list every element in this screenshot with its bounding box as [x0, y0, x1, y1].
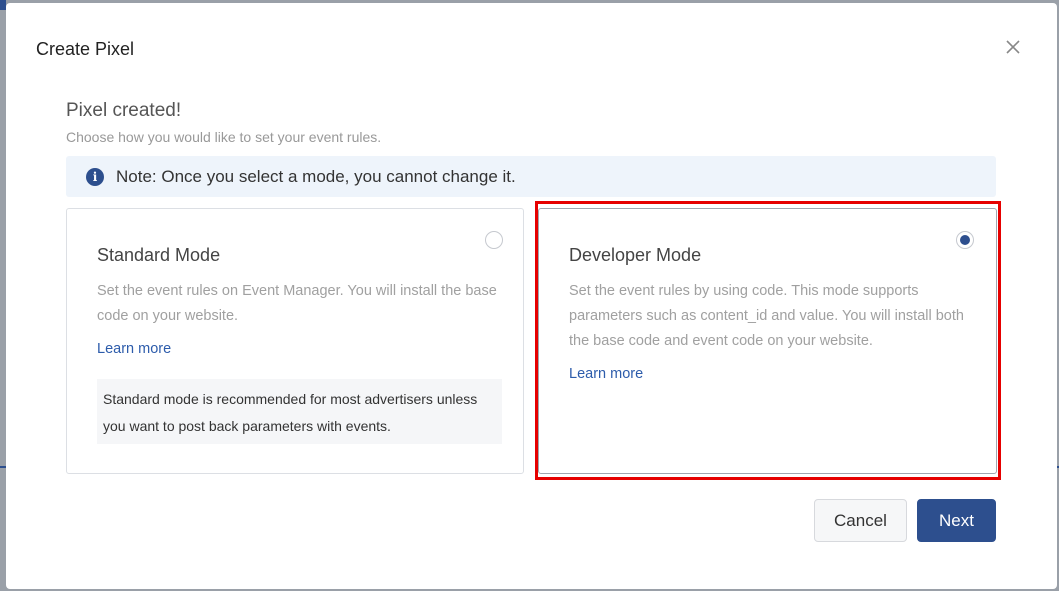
pixel-created-heading: Pixel created!: [66, 100, 182, 121]
standard-mode-card[interactable]: Standard Mode Set the event rules on Eve…: [66, 208, 524, 474]
standard-learn-more-link[interactable]: Learn more: [97, 341, 171, 357]
standard-mode-description: Set the event rules on Event Manager. Yo…: [97, 283, 497, 324]
next-button[interactable]: Next: [917, 499, 996, 542]
developer-mode-title: Developer Mode: [569, 245, 702, 265]
create-pixel-dialog: Create Pixel Pixel created! Choose how y…: [6, 3, 1057, 589]
close-icon[interactable]: [1001, 35, 1025, 59]
standard-mode-radio[interactable]: [485, 231, 503, 249]
cancel-button[interactable]: Cancel: [814, 499, 907, 542]
note-banner: i Note: Once you select a mode, you cann…: [66, 156, 996, 197]
standard-mode-title: Standard Mode: [97, 245, 221, 265]
developer-mode-radio[interactable]: [956, 231, 974, 249]
info-icon: i: [86, 167, 104, 186]
instructions-text: Choose how you would like to set your ev…: [66, 129, 382, 145]
dialog-title: Create Pixel: [36, 39, 135, 59]
developer-mode-description: Set the event rules by using code. This …: [569, 283, 964, 349]
developer-mode-card[interactable]: Developer Mode Set the event rules by us…: [538, 208, 997, 474]
radio-selected-dot: [960, 235, 970, 245]
note-text: Note: Once you select a mode, you cannot…: [116, 166, 516, 186]
developer-learn-more-link[interactable]: Learn more: [569, 366, 643, 382]
standard-recommendation: Standard mode is recommended for most ad…: [97, 379, 502, 444]
